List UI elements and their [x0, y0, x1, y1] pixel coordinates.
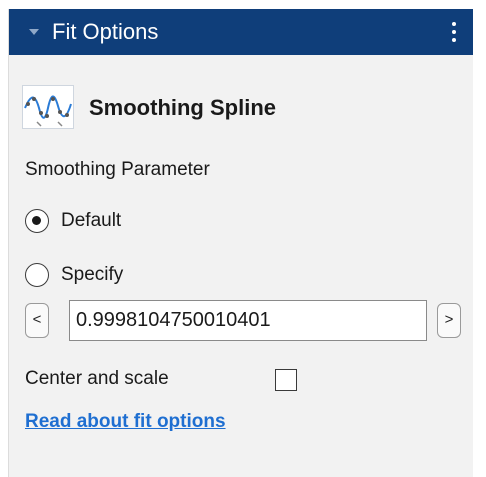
panel-header[interactable]: Fit Options	[9, 9, 473, 55]
radio-specify-label: Specify	[61, 264, 124, 285]
center-scale-checkbox[interactable]	[275, 369, 297, 391]
fit-type-title: Smoothing Spline	[89, 95, 276, 120]
radio-default[interactable]	[25, 209, 49, 233]
decrement-button[interactable]: <	[25, 303, 49, 338]
smoothing-spline-icon	[22, 85, 74, 129]
kebab-menu-icon[interactable]	[449, 22, 459, 44]
smoothing-value-input[interactable]	[69, 300, 427, 341]
smoothing-parameter-label: Smoothing Parameter	[25, 159, 210, 180]
radio-specify[interactable]	[25, 263, 49, 287]
increment-button[interactable]: >	[437, 303, 461, 338]
radio-selected-dot	[32, 216, 41, 225]
fit-options-panel: Fit Options Smoothing Spline Smoothing P…	[8, 9, 473, 477]
read-about-fit-options-link[interactable]: Read about fit options	[25, 411, 226, 433]
triangle-down-icon[interactable]	[27, 25, 41, 39]
radio-default-label: Default	[61, 210, 122, 231]
center-scale-label: Center and scale	[25, 368, 169, 389]
panel-title: Fit Options	[52, 19, 159, 44]
